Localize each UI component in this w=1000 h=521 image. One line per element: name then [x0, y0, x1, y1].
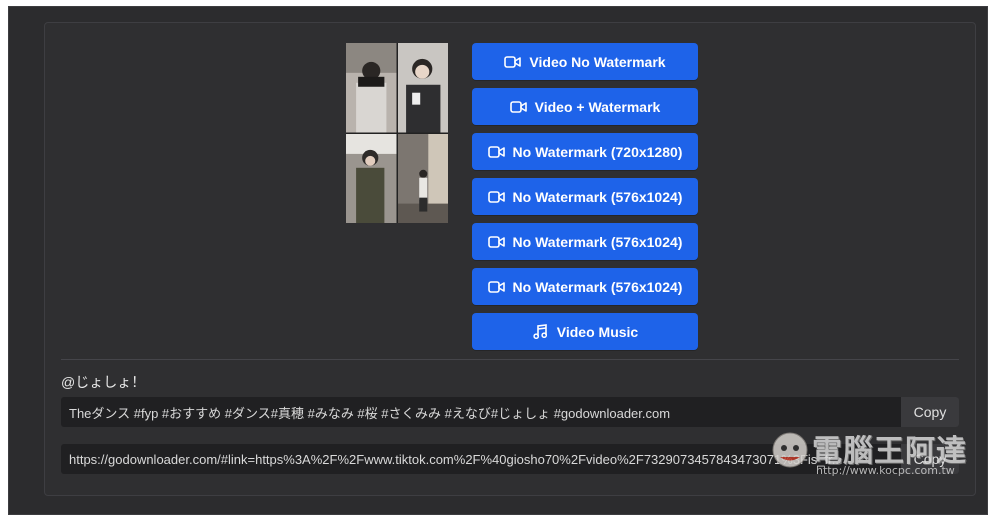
caption-text: Theダンス #fyp #おすすめ #ダンス#真穂 #みなみ #桜 #さくみみ …: [69, 405, 671, 421]
button-label: No Watermark (576x1024): [512, 188, 683, 205]
author-handle: @じょしょ！: [61, 374, 146, 390]
video-icon: [487, 280, 505, 294]
copy-caption-button[interactable]: Copy: [901, 397, 959, 427]
download-buttons: Video No Watermark Video + Watermark No …: [472, 43, 698, 358]
caption-row: Theダンス #fyp #おすすめ #ダンス#真穂 #みなみ #桜 #さくみみ …: [61, 397, 959, 427]
video-icon: [487, 190, 505, 204]
button-label: Video + Watermark: [534, 98, 661, 115]
video-thumbnail: [346, 43, 448, 223]
button-label: Video No Watermark: [529, 53, 666, 70]
result-panel: Video No Watermark Video + Watermark No …: [44, 22, 976, 496]
thumbnail-tile: [346, 43, 397, 133]
music-note-icon: [532, 324, 549, 339]
button-label: No Watermark (576x1024): [512, 278, 683, 295]
video-icon: [487, 235, 505, 249]
button-label: No Watermark (720x1280): [512, 143, 683, 160]
video-icon: [487, 145, 505, 159]
button-label: Video Music: [556, 323, 639, 340]
no-watermark-576-button[interactable]: No Watermark (576x1024): [472, 223, 698, 260]
video-music-button[interactable]: Video Music: [472, 313, 698, 350]
button-label: No Watermark (576x1024): [512, 233, 683, 250]
video-with-watermark-button[interactable]: Video + Watermark: [472, 88, 698, 125]
no-watermark-720-button[interactable]: No Watermark (720x1280): [472, 133, 698, 170]
thumbnail-tile: [397, 43, 448, 133]
thumbnail-tile: [346, 133, 397, 223]
video-icon: [504, 55, 522, 69]
no-watermark-576-button[interactable]: No Watermark (576x1024): [472, 268, 698, 305]
video-no-watermark-button[interactable]: Video No Watermark: [472, 43, 698, 80]
watermark-logo: 電腦王阿達 http://www.kocpc.com.tw: [768, 426, 978, 482]
thumbnail-tile: [397, 133, 448, 223]
divider: [61, 359, 959, 360]
watermark-url: http://www.kocpc.com.tw: [816, 464, 955, 477]
video-icon: [509, 100, 527, 114]
no-watermark-576-button[interactable]: No Watermark (576x1024): [472, 178, 698, 215]
